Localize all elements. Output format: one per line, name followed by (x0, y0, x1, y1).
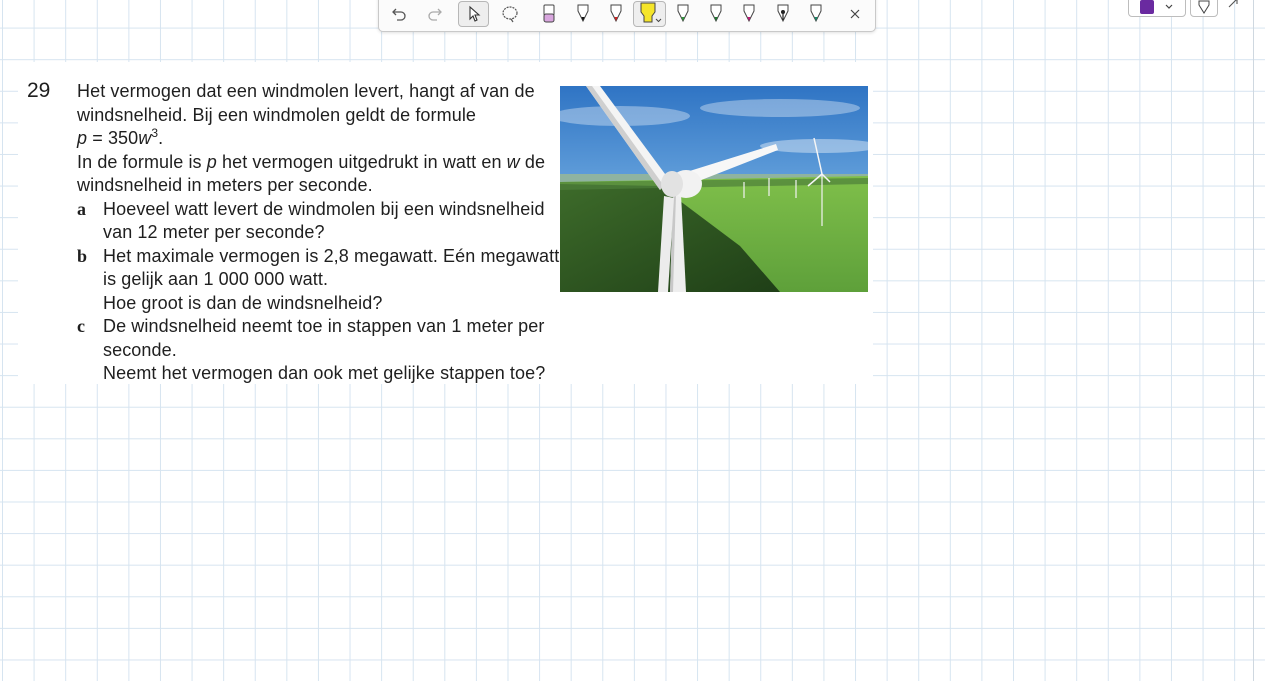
page-right-edge (1253, 0, 1254, 681)
pen-red-icon[interactable] (602, 1, 630, 27)
intro-line: Het vermogen dat een windmolen levert, h… (77, 81, 535, 101)
pen-black-fountain-icon[interactable] (769, 1, 797, 27)
part-label: a (77, 198, 87, 219)
lasso-icon[interactable] (496, 1, 524, 27)
pen-outline-icon (1198, 0, 1210, 14)
chevron-down-icon (1165, 4, 1173, 9)
part-c: c De windsnelheid neemt toe in stappen v… (77, 316, 546, 383)
color-picker[interactable] (1128, 0, 1186, 17)
highlighter-yellow-icon[interactable] (633, 1, 666, 27)
pen-magenta-icon[interactable] (735, 1, 763, 27)
redo-icon[interactable] (421, 1, 449, 27)
select-icon[interactable] (458, 1, 489, 27)
pen-teal-icon[interactable] (802, 1, 830, 27)
close-icon[interactable] (841, 1, 869, 27)
question-text: Het vermogen dat een windmolen levert, h… (77, 80, 560, 386)
part-a: a Hoeveel watt levert de windmolen bij e… (77, 198, 545, 243)
pen-settings-button[interactable] (1190, 0, 1218, 17)
ink-toolbar (378, 0, 876, 32)
eraser-icon[interactable] (535, 1, 563, 27)
pen-green-icon[interactable] (669, 1, 697, 27)
intro-line: windsnelheid. Bij een windmolen geldt de… (77, 104, 477, 125)
undo-icon[interactable] (385, 1, 413, 27)
part-label: b (77, 245, 88, 266)
definition-line: windsnelheid in meters per seconde. (77, 175, 373, 195)
expand-icon[interactable] (1226, 0, 1240, 10)
color-swatch (1140, 0, 1154, 14)
pen-darkgreen-icon[interactable] (702, 1, 730, 27)
part-label: c (77, 316, 86, 336)
definition-line: In de formule is p het vermogen uitgedru… (77, 151, 546, 172)
formula: p = 350w3. (77, 126, 164, 148)
pen-black-icon[interactable] (569, 1, 597, 27)
question-number: 29 (27, 79, 51, 102)
wind-turbine-photo (560, 86, 868, 292)
part-b: b Het maximale vermogen is 2,8 megawatt.… (77, 245, 560, 313)
